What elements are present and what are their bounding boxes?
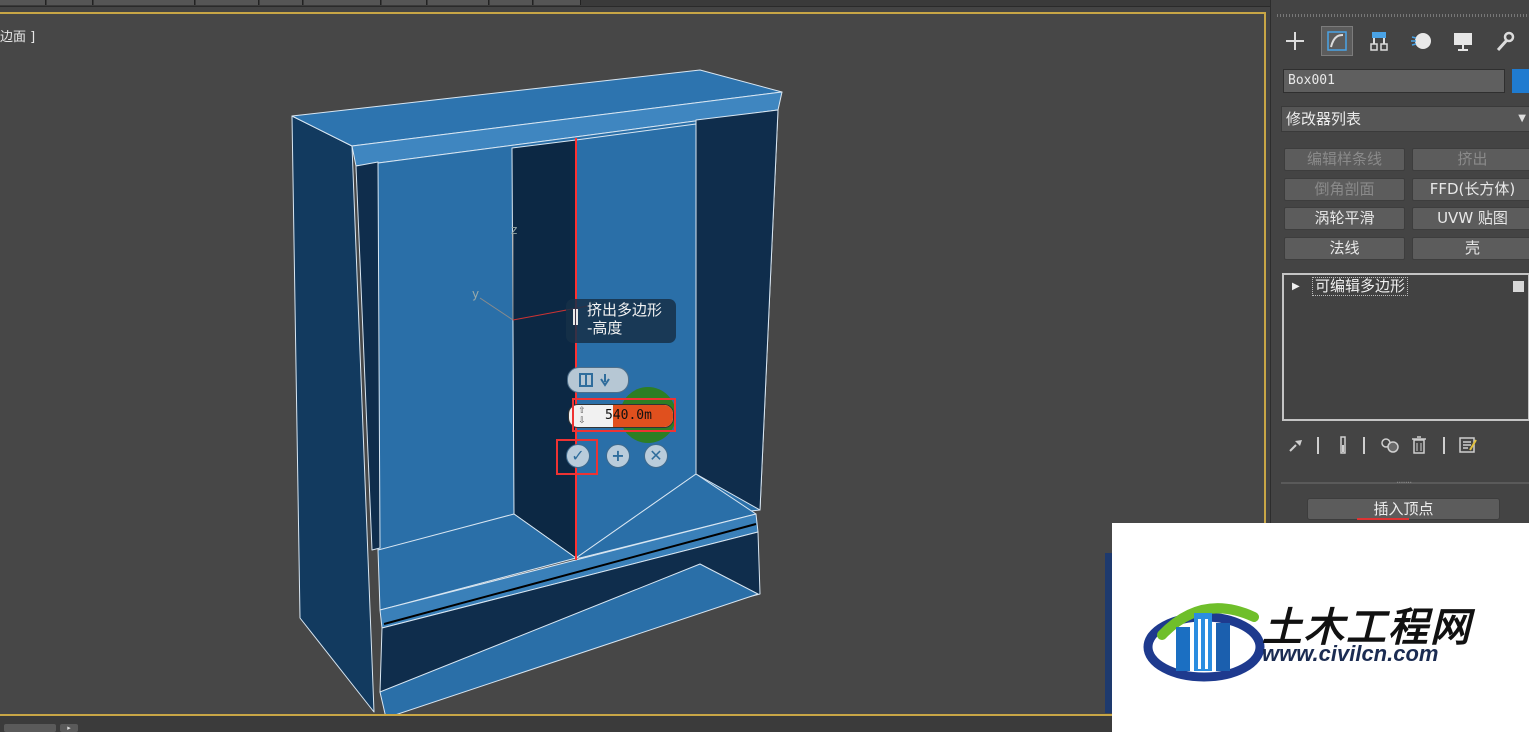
pin-stack-icon[interactable]: [1285, 433, 1307, 457]
cancel-x-icon[interactable]: ✕: [644, 444, 668, 468]
modifier-button-ffd-box[interactable]: FFD(长方体): [1412, 178, 1529, 201]
toolbar-segment[interactable]: [382, 0, 427, 5]
tab-hierarchy[interactable]: [1363, 26, 1395, 56]
toolbar-divider: [1443, 437, 1445, 454]
dropdown-arrow-icon: ▼: [1518, 113, 1526, 124]
modifier-list-dropdown[interactable]: 修改器列表 ▼: [1281, 106, 1529, 132]
timeline-button[interactable]: [4, 724, 56, 732]
modify-curve-icon: [1327, 31, 1347, 51]
extrude-type-icon[interactable]: [568, 368, 628, 392]
toolbar-segment[interactable]: [428, 0, 489, 5]
height-field-highlight-box: [572, 398, 676, 432]
modifier-button-normal[interactable]: 法线: [1284, 237, 1405, 260]
watermark-side-bar: [1105, 553, 1112, 713]
toolbar-segment[interactable]: [0, 0, 46, 5]
modifier-list-label: 修改器列表: [1286, 110, 1362, 128]
watermark: 土木工程网 www.civilcn.com: [1112, 523, 1529, 732]
extrude-polygon-caddy-title[interactable]: 挤出多边形 -高度: [566, 299, 676, 343]
stack-toolbar: [1283, 433, 1523, 457]
gizmo-y-label: y: [472, 287, 479, 301]
toolbar-divider: [1363, 437, 1365, 454]
model-divider-side: [511, 139, 577, 559]
gizmo-z-label: z: [511, 223, 517, 237]
expand-triangle-icon[interactable]: ▶: [1292, 277, 1300, 297]
modifier-button-turbosmooth[interactable]: 涡轮平滑: [1284, 207, 1405, 230]
show-end-result-icon[interactable]: [1333, 433, 1353, 457]
tab-utilities[interactable]: [1489, 26, 1521, 56]
cabinet-model[interactable]: z y x: [0, 14, 1266, 716]
toolbar-segment[interactable]: [47, 0, 93, 5]
motion-sphere-icon: [1411, 33, 1431, 49]
insert-vertex-underline: [1357, 518, 1409, 520]
toolbar-segment[interactable]: [196, 0, 259, 5]
stack-item-toggle-icon[interactable]: [1513, 281, 1524, 292]
insert-vertex-button[interactable]: 插入顶点: [1307, 498, 1500, 520]
wrench-icon: [1496, 31, 1515, 52]
object-color-swatch[interactable]: [1512, 69, 1529, 93]
configure-sets-icon[interactable]: [1457, 433, 1479, 457]
tab-modify[interactable]: [1321, 26, 1353, 56]
monitor-icon: [1454, 33, 1472, 51]
toolbar-segment[interactable]: [94, 0, 195, 5]
extrude-type-group[interactable]: [567, 367, 629, 393]
top-toolbar-strip: [0, 0, 1270, 7]
panel-grip[interactable]: [1277, 14, 1527, 17]
toolbar-segment[interactable]: [490, 0, 533, 5]
plus-icon: [1286, 32, 1304, 50]
watermark-url: www.civilcn.com: [1262, 641, 1439, 666]
ok-button-highlight-box: [556, 439, 598, 475]
rollout-dots[interactable]: ·······: [1396, 478, 1412, 489]
timeline-next-button[interactable]: ▸: [60, 724, 78, 732]
modifier-button-uvw-map[interactable]: UVW 贴图: [1412, 207, 1529, 230]
model-right-inner-side: [695, 109, 779, 511]
civilcn-logo-icon: [1143, 603, 1265, 682]
caddy-title-text: 挤出多边形 -高度: [587, 301, 663, 337]
toolbar-segment[interactable]: [260, 0, 303, 5]
hierarchy-icon: [1370, 32, 1388, 51]
toolbar-segment[interactable]: [304, 0, 381, 5]
bottom-status-strip: ▸: [0, 716, 1270, 732]
trash-icon[interactable]: [1409, 433, 1429, 457]
tab-display[interactable]: [1447, 26, 1479, 56]
modifier-button-extrude[interactable]: 挤出: [1412, 148, 1529, 171]
toolbar-divider: [1317, 437, 1319, 454]
make-unique-icon[interactable]: [1377, 433, 1403, 457]
modifier-button-bevel-profile[interactable]: 倒角剖面: [1284, 178, 1405, 201]
toolbar-segment[interactable]: [534, 0, 581, 5]
tab-create[interactable]: [1279, 26, 1311, 56]
caddy-grip-icon[interactable]: [573, 309, 578, 325]
apply-plus-icon[interactable]: +: [606, 444, 630, 468]
modifier-button-shell[interactable]: 壳: [1412, 237, 1529, 260]
stack-item-editable-poly[interactable]: ▶ 可编辑多边形: [1286, 277, 1528, 297]
stack-item-label[interactable]: 可编辑多边形: [1312, 277, 1409, 296]
perspective-viewport[interactable]: 边面 ] z y: [0, 12, 1266, 716]
modifier-stack[interactable]: ▶ 可编辑多边形: [1282, 273, 1529, 421]
object-name-field[interactable]: Box001: [1283, 69, 1505, 93]
tab-motion[interactable]: [1405, 26, 1437, 56]
modifier-button-edit-spline[interactable]: 编辑样条线: [1284, 148, 1405, 171]
